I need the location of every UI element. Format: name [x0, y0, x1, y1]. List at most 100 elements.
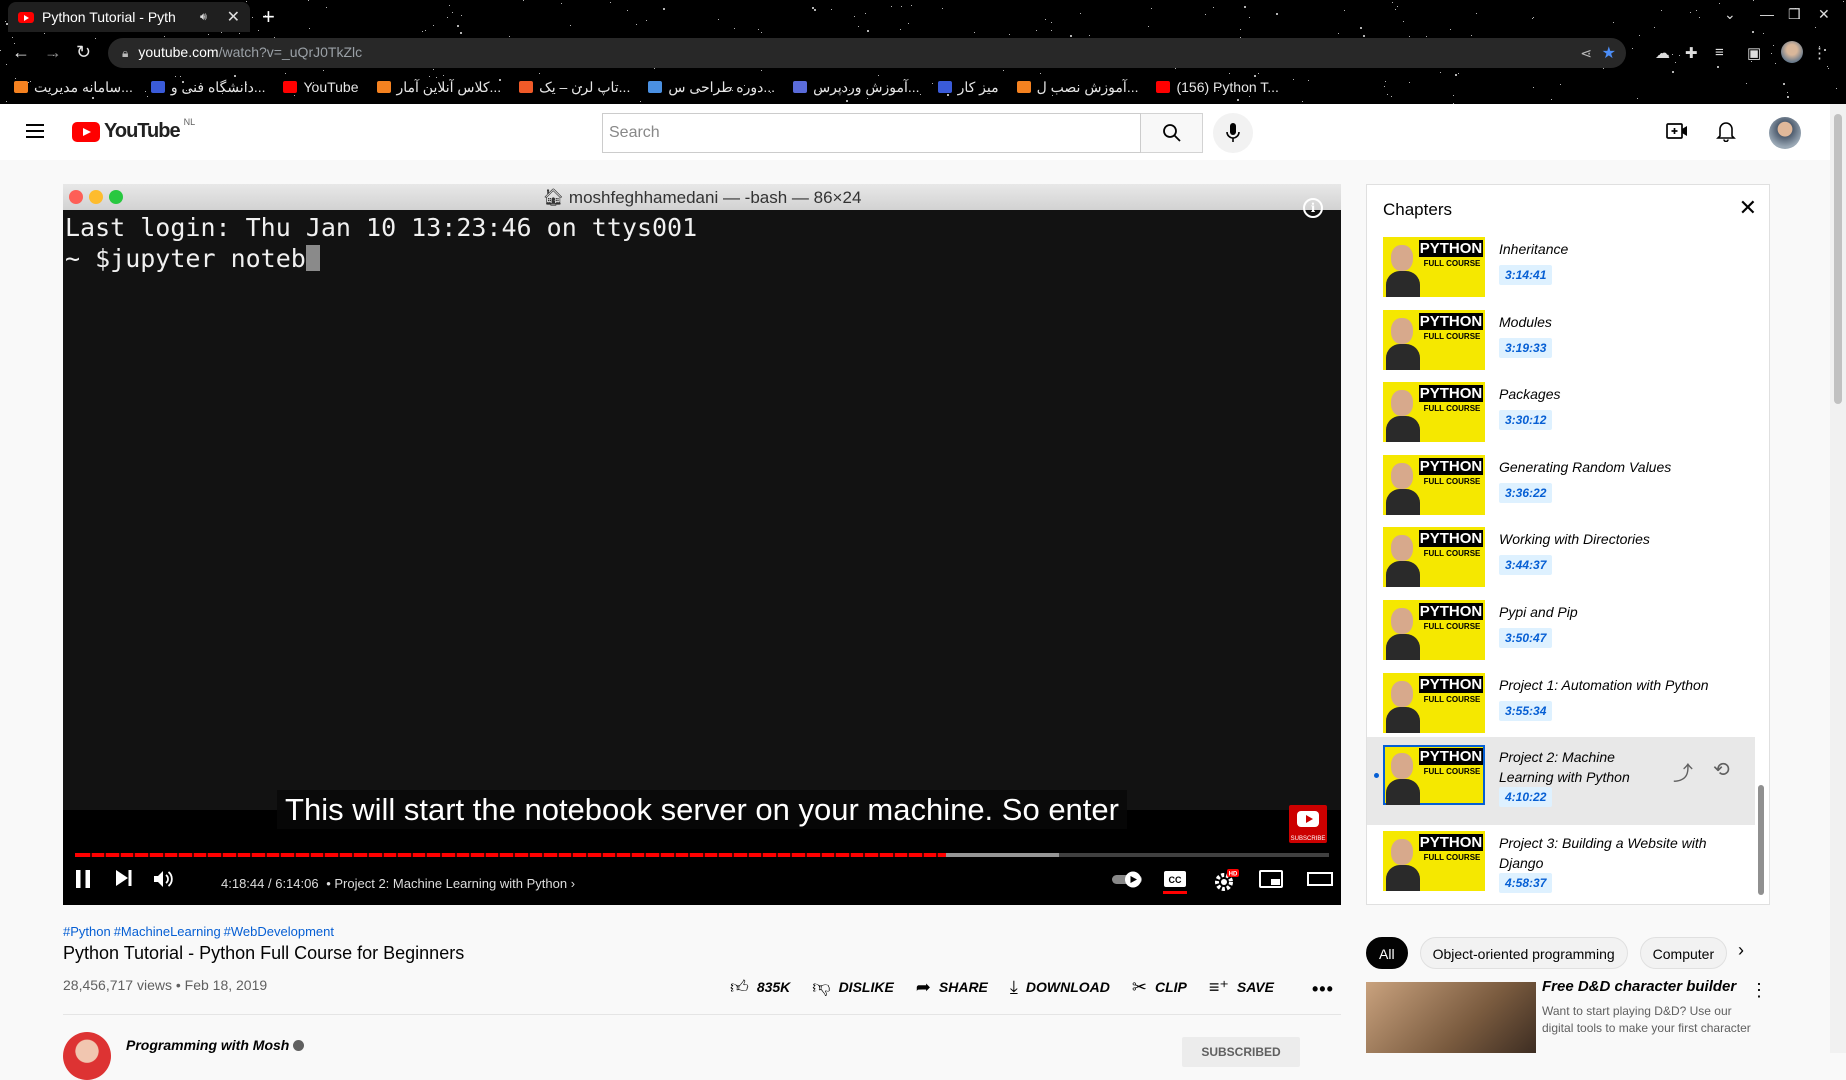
chapter-timestamp[interactable]: 3:14:41: [1499, 265, 1553, 285]
chapter-list[interactable]: PYTHON FULL COURSE Inheritance 3:14:41 PYTHO…: [1367, 233, 1757, 897]
filter-chip[interactable]: Computer: [1639, 937, 1728, 969]
share-button[interactable]: ➦ SHARE: [916, 976, 988, 998]
subscribe-watermark[interactable]: SUBSCRIBE: [1289, 805, 1327, 843]
bookmark-item[interactable]: آموزش وردپرس...: [793, 79, 920, 96]
chapter-timestamp[interactable]: 4:10:22: [1499, 787, 1553, 808]
restore-icon[interactable]: ❐: [1788, 6, 1801, 23]
chapter-item[interactable]: PYTHON FULL COURSE Pypi and Pip 3:50:47: [1367, 600, 1755, 672]
video-player[interactable]: 🏠︎ moshfeghhamedani — -bash — 86×24 Last…: [63, 184, 1341, 905]
bookmark-item[interactable]: سامانه مدیریت...: [14, 79, 133, 96]
minimize-icon[interactable]: —: [1760, 6, 1774, 22]
subtitles-button[interactable]: CC: [1163, 869, 1187, 901]
search-box[interactable]: [602, 113, 1141, 153]
page-scrollbar[interactable]: [1830, 104, 1846, 1053]
chapter-item[interactable]: PYTHON FULL COURSE Project 3: Building a W…: [1367, 831, 1755, 897]
tab-close-icon[interactable]: ✕: [227, 7, 240, 27]
more-actions-icon[interactable]: •••: [1312, 979, 1334, 1000]
notifications-button[interactable]: [1716, 120, 1736, 147]
cloud-extension-icon[interactable]: ☁: [1655, 44, 1670, 62]
search-input[interactable]: [603, 114, 1140, 152]
chapter-item[interactable]: PYTHON FULL COURSE Generating Random Value…: [1367, 454, 1755, 527]
hamburger-menu-icon[interactable]: [26, 124, 44, 138]
chapter-gap: [629, 853, 632, 857]
youtube-logo[interactable]: YouTube NL: [72, 117, 195, 143]
back-arrow-icon[interactable]: ←: [12, 42, 30, 63]
browser-tab[interactable]: Python Tutorial - Pyth 🔊︎ ✕: [8, 2, 250, 32]
window-close-icon[interactable]: ✕: [1818, 6, 1830, 23]
chapter-timestamp[interactable]: 3:30:12: [1499, 410, 1553, 431]
omnibox[interactable]: 🔒︎ youtube.com/watch?v=_uQrJ0TkZlc ⋖ ★: [108, 38, 1626, 68]
chevron-right-icon[interactable]: ›: [571, 876, 575, 891]
volume-button[interactable]: [153, 869, 175, 895]
close-icon[interactable]: ✕: [1739, 197, 1757, 219]
next-button[interactable]: [115, 869, 133, 893]
chapter-item-active[interactable]: PYTHON FULL COURSE Project 2: Machine Lear…: [1367, 737, 1755, 826]
miniplayer-button[interactable]: [1259, 869, 1283, 895]
chapter-item[interactable]: PYTHON FULL COURSE Inheritance 3:14:41: [1367, 237, 1755, 309]
chapters-scrollbar-thumb[interactable]: [1758, 785, 1764, 895]
chapter-item[interactable]: PYTHON FULL COURSE Working with Directorie…: [1367, 527, 1755, 599]
channel-name[interactable]: Programming with Mosh: [126, 1037, 305, 1053]
info-card-icon[interactable]: i: [1303, 198, 1323, 218]
chapter-timestamp[interactable]: 3:44:37: [1499, 555, 1553, 576]
chapter-timestamp[interactable]: 3:19:33: [1499, 337, 1553, 358]
share-icon[interactable]: ⋖: [1580, 45, 1592, 62]
hashtag-link[interactable]: #Python: [63, 924, 111, 939]
chapter-timestamp[interactable]: 3:36:22: [1499, 482, 1553, 503]
reading-list-icon[interactable]: ≡: [1715, 44, 1724, 61]
bookmark-item[interactable]: آموزش نصب ل...: [1016, 79, 1138, 96]
puzzle-extensions-icon[interactable]: ✚: [1685, 44, 1698, 62]
search-button[interactable]: [1141, 113, 1203, 153]
chapter-timestamp[interactable]: 3:55:34: [1499, 700, 1553, 721]
like-button[interactable]: 👍︎ 835K: [730, 976, 790, 998]
autoplay-toggle[interactable]: [1111, 869, 1145, 895]
voice-search-button[interactable]: [1213, 113, 1253, 153]
bookmark-star-icon[interactable]: ★: [1602, 43, 1616, 63]
tab-search-chevron-icon[interactable]: ⌄: [1724, 6, 1736, 23]
bookmark-item[interactable]: تاپ لرن – یک...: [519, 79, 630, 96]
forward-arrow-icon[interactable]: →: [44, 42, 62, 63]
bookmark-item[interactable]: دوره طراحی س...: [648, 79, 775, 96]
bookmark-item[interactable]: YouTube: [283, 79, 359, 95]
browser-profile-avatar[interactable]: [1781, 41, 1803, 63]
filter-chip[interactable]: All: [1366, 937, 1408, 969]
recommended-title[interactable]: Free D&D character builder: [1542, 978, 1736, 995]
more-options-icon[interactable]: ⋮: [1750, 980, 1768, 1001]
dislike-button[interactable]: 👎︎ DISLIKE: [812, 976, 894, 998]
channel-avatar[interactable]: [63, 1032, 111, 1080]
side-panel-icon[interactable]: ▣: [1747, 44, 1761, 62]
filter-chip[interactable]: Object-oriented programming: [1419, 937, 1628, 969]
bookmark-item[interactable]: (156) Python T...: [1156, 79, 1279, 95]
loop-icon[interactable]: ⟲: [1713, 757, 1730, 782]
pause-button[interactable]: [75, 869, 91, 895]
bookmark-item[interactable]: میز کار: [937, 79, 999, 96]
chapter-timestamp[interactable]: 4:58:37: [1499, 873, 1553, 894]
download-button[interactable]: ⤓ DOWNLOAD: [1010, 976, 1110, 998]
progress-bar[interactable]: [75, 853, 1329, 857]
bookmark-item[interactable]: کلاس آنلاین آمار...: [376, 79, 501, 96]
create-video-button[interactable]: [1666, 122, 1688, 145]
share-icon[interactable]: ⤴: [1673, 757, 1693, 786]
clip-button[interactable]: ✂ CLIP: [1132, 976, 1187, 998]
page-scrollbar-thumb[interactable]: [1834, 114, 1842, 404]
browser-menu-icon[interactable]: ⋮: [1812, 44, 1827, 62]
reload-icon[interactable]: ↻: [76, 42, 91, 63]
hashtag-link[interactable]: #MachineLearning: [114, 924, 221, 939]
current-chapter-link[interactable]: • Project 2: Machine Learning with Pytho…: [326, 876, 567, 891]
recommended-thumbnail[interactable]: [1366, 982, 1536, 1053]
chapter-item[interactable]: PYTHON FULL COURSE Packages 3:30:12: [1367, 382, 1755, 454]
chapter-item[interactable]: PYTHON FULL COURSE Project 1: Automation w…: [1367, 672, 1755, 745]
settings-button[interactable]: HD: [1213, 869, 1239, 899]
new-tab-button[interactable]: +: [262, 4, 275, 30]
speaker-icon[interactable]: 🔊︎: [200, 11, 207, 24]
theater-mode-button[interactable]: [1307, 869, 1333, 895]
chevron-right-icon[interactable]: ›: [1738, 940, 1744, 961]
account-avatar[interactable]: [1769, 117, 1801, 149]
lock-icon[interactable]: 🔒︎: [122, 46, 128, 61]
chapter-timestamp[interactable]: 3:50:47: [1499, 628, 1553, 648]
chapter-item[interactable]: PYTHON FULL COURSE Modules 3:19:33: [1367, 309, 1755, 382]
subscribed-button[interactable]: SUBSCRIBED: [1182, 1037, 1300, 1067]
save-button[interactable]: ≡⁺ SAVE: [1209, 976, 1274, 998]
bookmark-item[interactable]: دانشگاه فنی و...: [150, 79, 265, 96]
hashtag-link[interactable]: #WebDevelopment: [224, 924, 334, 939]
